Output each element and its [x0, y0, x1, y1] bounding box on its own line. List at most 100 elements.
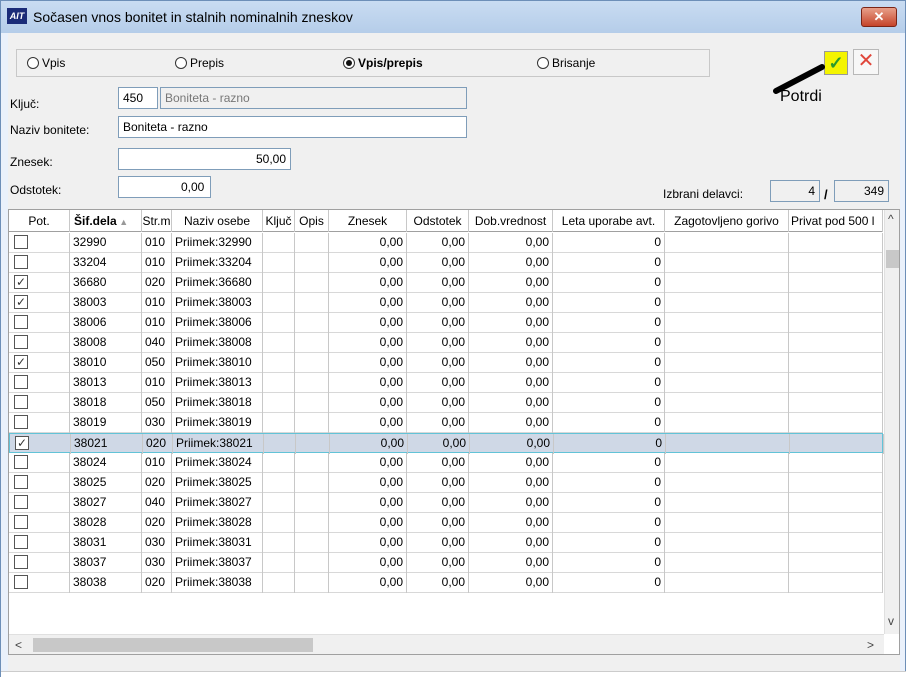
grid-cell[interactable]: [790, 434, 884, 454]
grid-cell[interactable]: 030: [142, 533, 172, 553]
grid-cell[interactable]: 0,00: [469, 473, 553, 493]
col-header-kljuc[interactable]: Ključ: [263, 210, 295, 232]
grid-cell[interactable]: 38018: [70, 393, 142, 413]
grid-cell[interactable]: Priimek:38021: [173, 434, 264, 454]
grid-cell[interactable]: [665, 573, 789, 593]
grid-cell[interactable]: 0,00: [407, 393, 469, 413]
kljuc-input[interactable]: 450: [118, 87, 158, 109]
grid-cell[interactable]: [295, 533, 329, 553]
pot-checkbox[interactable]: [14, 255, 28, 269]
grid-cell[interactable]: [295, 273, 329, 293]
grid-cell[interactable]: 0,00: [329, 333, 407, 353]
grid-cell[interactable]: [789, 313, 883, 333]
naziv-input[interactable]: Boniteta - razno: [118, 116, 467, 138]
grid-cell[interactable]: 0: [553, 333, 665, 353]
grid-cell[interactable]: 020: [142, 513, 172, 533]
grid-cell[interactable]: 0: [553, 453, 665, 473]
grid-cell[interactable]: [789, 493, 883, 513]
row-checkbox-cell[interactable]: [9, 313, 70, 333]
row-checkbox-cell[interactable]: ✓: [10, 434, 71, 454]
row-checkbox-cell[interactable]: [9, 253, 70, 273]
grid-cell[interactable]: 38019: [70, 413, 142, 433]
table-row[interactable]: 38024 010 Priimek:38024 0,00 0,00 0,00 0: [9, 453, 883, 473]
grid-cell[interactable]: 0,00: [469, 253, 553, 273]
col-header-gorivo[interactable]: Zagotovljeno gorivo: [665, 210, 789, 232]
grid-cell[interactable]: [295, 393, 329, 413]
grid-cell[interactable]: [263, 253, 295, 273]
grid-cell[interactable]: 0,00: [408, 434, 470, 454]
radio-vpis-prepis[interactable]: Vpis/prepis: [343, 56, 423, 70]
grid-cell[interactable]: [789, 513, 883, 533]
grid-cell[interactable]: [295, 573, 329, 593]
pot-checkbox[interactable]: [14, 375, 28, 389]
grid-cell[interactable]: 0,00: [469, 313, 553, 333]
radio-prepis[interactable]: Prepis: [175, 56, 224, 70]
pot-checkbox[interactable]: [14, 235, 28, 249]
grid-cell[interactable]: 0: [553, 413, 665, 433]
grid-cell[interactable]: 0,00: [407, 293, 469, 313]
grid-cell[interactable]: 0,00: [469, 533, 553, 553]
pot-checkbox[interactable]: [14, 455, 28, 469]
grid-cell[interactable]: 32990: [70, 233, 142, 253]
pot-checkbox[interactable]: [14, 395, 28, 409]
grid-cell[interactable]: [263, 553, 295, 573]
grid-cell[interactable]: 0: [553, 233, 665, 253]
grid-cell[interactable]: 0,00: [407, 553, 469, 573]
grid-cell[interactable]: [295, 453, 329, 473]
grid-cell[interactable]: [789, 553, 883, 573]
table-row[interactable]: 32990 010 Priimek:32990 0,00 0,00 0,00 0: [9, 233, 883, 253]
grid-cell[interactable]: [295, 373, 329, 393]
grid-cell[interactable]: 020: [142, 473, 172, 493]
grid-cell[interactable]: 0,00: [329, 293, 407, 313]
grid-cell[interactable]: 020: [142, 573, 172, 593]
grid-cell[interactable]: Priimek:36680: [172, 273, 263, 293]
row-checkbox-cell[interactable]: [9, 413, 70, 433]
grid-cell[interactable]: 0,00: [469, 273, 553, 293]
pot-checkbox[interactable]: ✓: [14, 355, 28, 369]
grid-cell[interactable]: [665, 473, 789, 493]
grid-cell[interactable]: 38021: [71, 434, 143, 454]
grid-cell[interactable]: [263, 453, 295, 473]
grid-cell[interactable]: 38024: [70, 453, 142, 473]
vertical-scroll-thumb[interactable]: [886, 250, 899, 268]
grid-cell[interactable]: [295, 253, 329, 273]
grid-cell[interactable]: Priimek:38028: [172, 513, 263, 533]
grid-cell[interactable]: 0,00: [407, 273, 469, 293]
grid-cell[interactable]: [295, 473, 329, 493]
pot-checkbox[interactable]: [14, 575, 28, 589]
col-header-leta[interactable]: Leta uporabe avt.: [553, 210, 665, 232]
col-header-opis[interactable]: Opis: [295, 210, 329, 232]
pot-checkbox[interactable]: [14, 555, 28, 569]
table-row[interactable]: ✓ 36680 020 Priimek:36680 0,00 0,00 0,00 0: [9, 273, 883, 293]
grid-cell[interactable]: 0,00: [329, 553, 407, 573]
grid-cell[interactable]: [789, 473, 883, 493]
grid-cell[interactable]: [296, 434, 330, 454]
grid-cell[interactable]: 0,00: [330, 434, 408, 454]
grid-cell[interactable]: 0,00: [469, 393, 553, 413]
grid-cell[interactable]: 38027: [70, 493, 142, 513]
grid-cell[interactable]: 0,00: [329, 313, 407, 333]
grid-cell[interactable]: Priimek:38018: [172, 393, 263, 413]
grid-cell[interactable]: 030: [142, 413, 172, 433]
grid-cell[interactable]: 0: [553, 573, 665, 593]
horizontal-scroll-thumb[interactable]: [33, 638, 313, 652]
scroll-left-icon[interactable]: <: [15, 638, 22, 652]
grid-cell[interactable]: 0,00: [329, 353, 407, 373]
grid-cell[interactable]: [263, 273, 295, 293]
grid-cell[interactable]: 0,00: [407, 413, 469, 433]
grid-cell[interactable]: Priimek:38013: [172, 373, 263, 393]
horizontal-scrollbar[interactable]: < >: [9, 634, 884, 654]
grid-cell[interactable]: 0: [553, 533, 665, 553]
pot-checkbox[interactable]: [14, 495, 28, 509]
grid-cell[interactable]: [263, 393, 295, 413]
grid-cell[interactable]: [789, 253, 883, 273]
grid-cell[interactable]: 0,00: [469, 373, 553, 393]
grid-cell[interactable]: [665, 553, 789, 573]
grid-cell[interactable]: 0,00: [407, 253, 469, 273]
grid-cell[interactable]: 0: [554, 434, 666, 454]
grid-cell[interactable]: [263, 293, 295, 313]
znesek-input[interactable]: 50,00: [118, 148, 291, 170]
grid-cell[interactable]: 38028: [70, 513, 142, 533]
row-checkbox-cell[interactable]: [9, 493, 70, 513]
grid-cell[interactable]: [264, 434, 296, 454]
